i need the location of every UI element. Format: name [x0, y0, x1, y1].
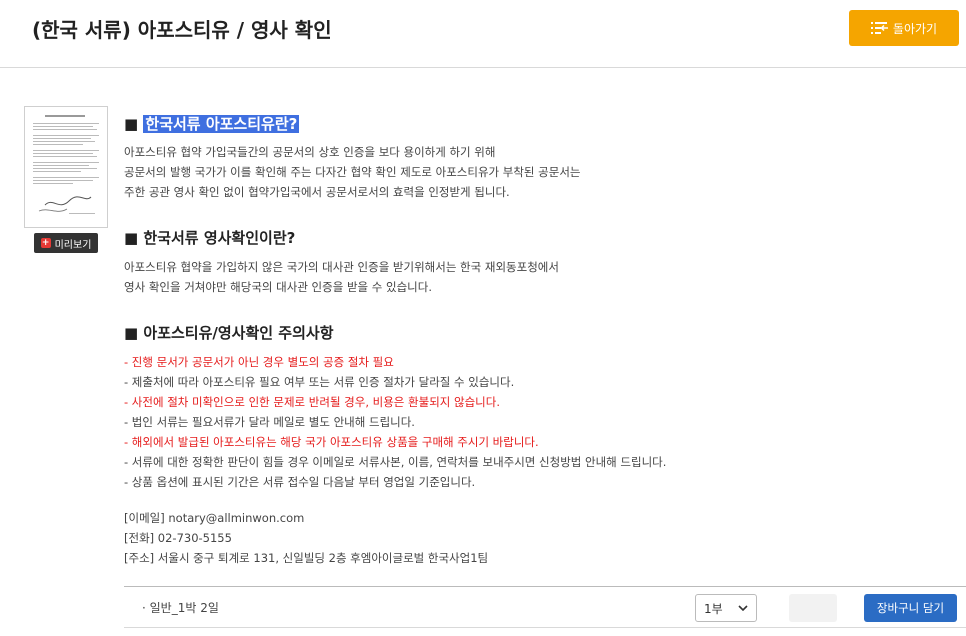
note-item: - 법인 서류는 필요서류가 달라 메일로 별도 안내해 드립니다.: [124, 415, 415, 429]
back-button[interactable]: 돌아가기: [849, 10, 959, 46]
section-title-highlight: 한국서류 아포스티유란?: [143, 115, 300, 133]
note-item: - 진행 문서가 공문서가 아닌 경우 별도의 공증 절차 필요: [124, 355, 394, 369]
list-back-icon: [870, 22, 888, 34]
section-title-apostille: ■ 한국서류 아포스티유란?: [124, 113, 300, 134]
contact-info: [이메일] notary@allminwon.com [전화] 02-730-5…: [124, 508, 488, 568]
option-bar: · 일반_1박 2일 1부 장바구니 담기: [124, 586, 966, 628]
section-body-consular: 아포스티유 협약을 가입하지 않은 국가의 대사관 인증을 받기위해서는 한국 …: [124, 257, 559, 297]
contact-address: [주소] 서울시 중구 퇴계로 131, 신일빌딩 2층 후엠아이글로벌 한국사…: [124, 551, 489, 565]
note-item: - 서류에 대한 정확한 판단이 힘들 경우 이메일로 서류사본, 이름, 연락…: [124, 455, 667, 469]
section-title-notes: ■ 아포스티유/영사확인 주의사항: [124, 324, 334, 342]
page-title: (한국 서류) 아포스티유 / 영사 확인: [32, 18, 332, 42]
add-to-cart-button[interactable]: 장바구니 담기: [864, 594, 957, 622]
body-line: 영사 확인을 거쳐야만 해당국의 대사관 인증을 받을 수 있습니다.: [124, 280, 432, 294]
contact-email: [이메일] notary@allminwon.com: [124, 511, 305, 525]
contact-phone: [전화] 02-730-5155: [124, 531, 232, 545]
body-line: 공문서의 발행 국가가 이를 확인해 주는 다자간 협약 확인 제도로 아포스티…: [124, 165, 581, 179]
note-item: - 제출처에 따라 아포스티유 필요 여부 또는 서류 인증 절차가 달라질 수…: [124, 375, 515, 389]
body-line: 주한 공관 영사 확인 없이 협약가입국에서 공문서로서의 효력을 인정받게 됩…: [124, 185, 510, 199]
note-item: - 사전에 절차 미확인으로 인한 문제로 반려될 경우, 비용은 환불되지 않…: [124, 395, 500, 409]
quantity-select[interactable]: 1부: [695, 594, 757, 622]
preview-button[interactable]: + 미리보기: [34, 233, 98, 253]
section-title-consular: ■ 한국서류 영사확인이란?: [124, 229, 296, 247]
section-title-prefix: ■: [124, 115, 144, 133]
chevron-down-icon: [738, 605, 748, 611]
page-header: (한국 서류) 아포스티유 / 영사 확인 돌아가기: [0, 0, 966, 68]
body-line: 아포스티유 협약 가입국들간의 공문서의 상호 인증을 보다 용이하게 하기 위…: [124, 145, 496, 159]
quantity-value: 1부: [704, 601, 723, 616]
price-placeholder: [789, 594, 837, 622]
note-item: - 상품 옵션에 표시된 기간은 서류 접수일 다음날 부터 영업일 기준입니다…: [124, 475, 476, 489]
back-button-label: 돌아가기: [892, 21, 938, 36]
zoom-in-icon: +: [40, 238, 51, 248]
preview-button-label: 미리보기: [54, 239, 92, 251]
section-body-apostille: 아포스티유 협약 가입국들간의 공문서의 상호 인증을 보다 용이하게 하기 위…: [124, 142, 580, 202]
body-line: 아포스티유 협약을 가입하지 않은 국가의 대사관 인증을 받기위해서는 한국 …: [124, 260, 559, 274]
option-name: · 일반_1박 2일: [142, 601, 219, 615]
note-item: - 해외에서 발급된 아포스티유는 해당 국가 아포스티유 상품을 구매해 주시…: [124, 435, 539, 449]
document-thumbnail[interactable]: [24, 106, 108, 228]
notes-list: - 진행 문서가 공문서가 아닌 경우 별도의 공증 절차 필요 - 제출처에 …: [124, 352, 666, 492]
document-preview-image: [33, 115, 99, 214]
